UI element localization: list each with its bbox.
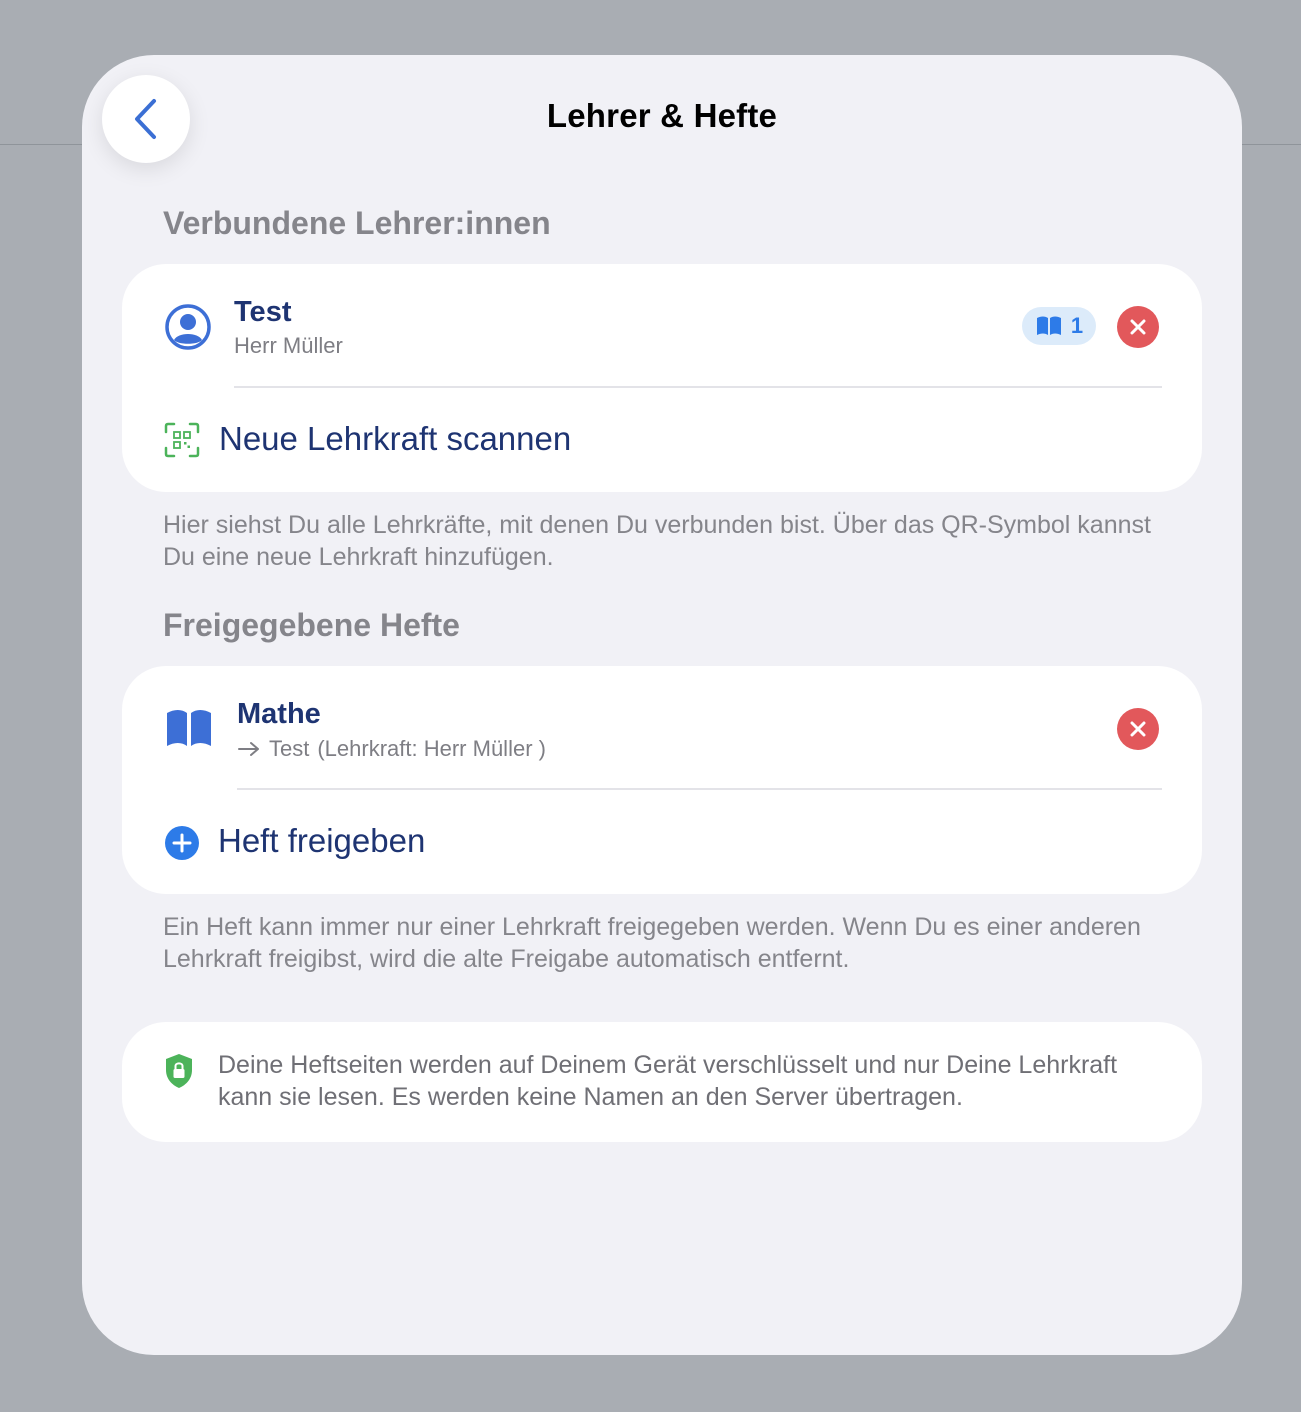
scan-teacher-button[interactable]: Neue Lehrkraft scannen: [122, 388, 1202, 492]
share-notebook-button[interactable]: Heft freigeben: [122, 790, 1202, 894]
remove-notebook-button[interactable]: [1117, 708, 1159, 750]
notebooks-footnote: Ein Heft kann immer nur einer Lehrkraft …: [163, 913, 1141, 973]
teachers-card: Test Herr Müller 1 Neue Lehrkraft scanne…: [122, 264, 1202, 492]
modal-sheet: Lehrer & Hefte Verbundene Lehrer:innen T…: [82, 55, 1242, 1355]
badge-count: 1: [1070, 313, 1084, 338]
arrow-right-icon: [237, 741, 261, 757]
book-icon: [1035, 315, 1063, 337]
page-title: Lehrer & Hefte: [546, 97, 778, 134]
notebook-count-badge: 1: [1022, 307, 1096, 345]
notebook-name: Mathe: [237, 698, 321, 730]
teacher-row[interactable]: Test Herr Müller 1: [122, 264, 1202, 388]
teacher-subtitle: Herr Müller: [234, 333, 343, 358]
section-header-teachers: Verbundene Lehrer:innen: [163, 205, 551, 241]
privacy-info-text: Deine Heftseiten werden auf Deinem Gerät…: [218, 1051, 1118, 1111]
teachers-footnote: Hier siehst Du alle Lehrkräfte, mit dene…: [163, 511, 1151, 571]
plus-circle-icon: [164, 825, 200, 861]
notebooks-card: Mathe Test (Lehrkraft: Herr Müller ) Hef…: [122, 666, 1202, 894]
remove-teacher-button[interactable]: [1117, 306, 1159, 348]
book-open-icon: [164, 708, 214, 748]
close-icon: [1129, 720, 1147, 738]
notebook-share-info: Test (Lehrkraft: Herr Müller ): [237, 736, 546, 762]
person-circle-icon: [164, 303, 212, 351]
privacy-info-card: Deine Heftseiten werden auf Deinem Gerät…: [122, 1022, 1202, 1142]
scan-teacher-label: Neue Lehrkraft scannen: [219, 420, 572, 457]
notebook-target-name: Test: [269, 736, 310, 761]
close-icon: [1129, 318, 1147, 336]
lock-shield-icon: [164, 1053, 194, 1089]
background-divider-right: [1240, 144, 1301, 145]
background-divider-left: [0, 144, 84, 145]
share-notebook-label: Heft freigeben: [218, 822, 426, 859]
section-header-notebooks: Freigegebene Hefte: [163, 607, 460, 643]
notebook-teacher-note: (Lehrkraft: Herr Müller ): [317, 736, 546, 761]
teacher-name: Test: [234, 296, 292, 328]
qr-scan-icon: [164, 422, 200, 458]
notebook-row[interactable]: Mathe Test (Lehrkraft: Herr Müller ): [122, 666, 1202, 790]
